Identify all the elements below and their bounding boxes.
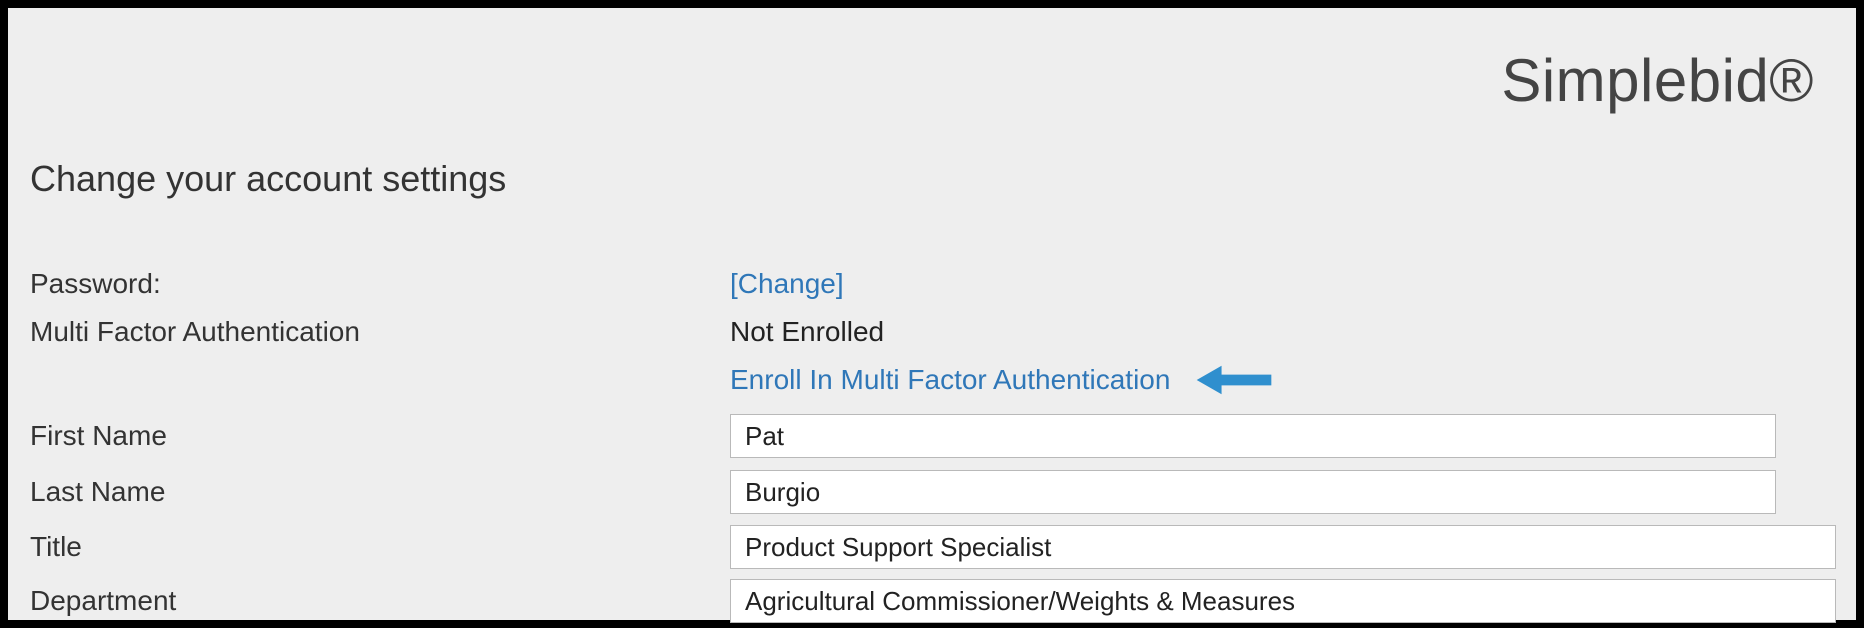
enroll-mfa-link[interactable]: Enroll In Multi Factor Authentication bbox=[730, 364, 1170, 396]
first-name-row: First Name bbox=[30, 408, 1836, 464]
change-password-link[interactable]: [Change] bbox=[730, 268, 844, 300]
account-settings-page: Simplebid® Change your account settings … bbox=[8, 8, 1856, 620]
password-label: Password: bbox=[30, 268, 730, 300]
last-name-input[interactable] bbox=[730, 470, 1776, 514]
department-input[interactable] bbox=[730, 579, 1836, 623]
last-name-row: Last Name bbox=[30, 464, 1836, 520]
first-name-label: First Name bbox=[30, 420, 730, 452]
first-name-input[interactable] bbox=[730, 414, 1776, 458]
mfa-label: Multi Factor Authentication bbox=[30, 316, 730, 348]
mfa-status-row: Multi Factor Authentication Not Enrolled bbox=[30, 308, 1836, 356]
title-input[interactable] bbox=[730, 525, 1836, 569]
mfa-enroll-row: Enroll In Multi Factor Authentication bbox=[30, 356, 1836, 408]
arrow-left-icon bbox=[1192, 364, 1276, 396]
department-row: Department bbox=[30, 574, 1836, 628]
title-label: Title bbox=[30, 531, 730, 563]
last-name-label: Last Name bbox=[30, 476, 730, 508]
brand-name: Simplebid® bbox=[1501, 46, 1814, 115]
department-label: Department bbox=[30, 585, 730, 617]
mfa-status-value: Not Enrolled bbox=[730, 316, 884, 348]
settings-form: Password: [Change] Multi Factor Authenti… bbox=[30, 260, 1836, 628]
password-row: Password: [Change] bbox=[30, 260, 1836, 308]
title-row: Title bbox=[30, 520, 1836, 574]
